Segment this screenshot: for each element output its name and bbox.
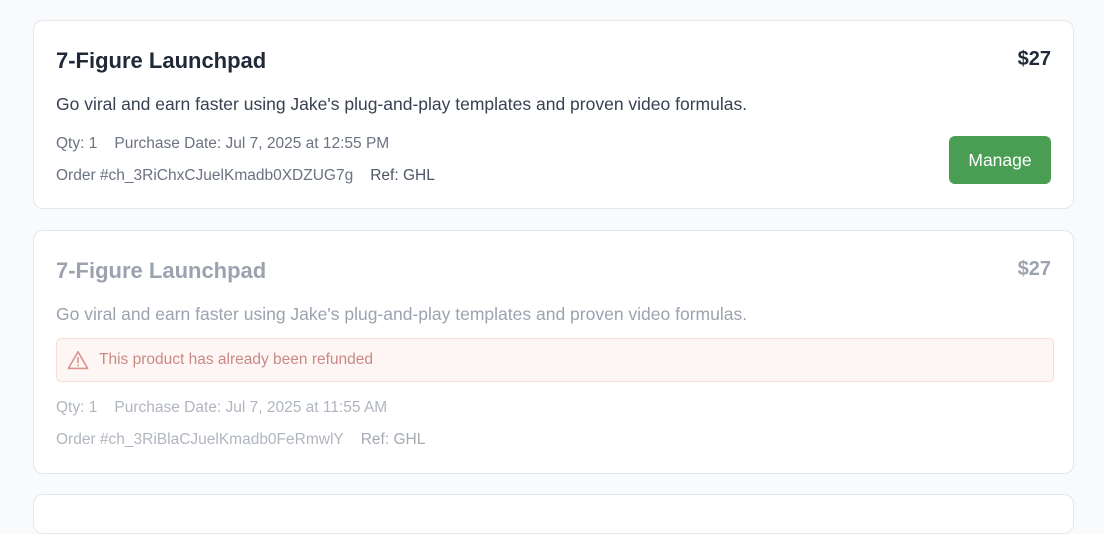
- product-title: 7-Figure Launchpad: [56, 258, 267, 283]
- order-card: 7-Figure Launchpad $27 Go viral and earn…: [33, 20, 1074, 209]
- order-ref: Ref: GHL: [370, 167, 435, 184]
- order-card-partial: [33, 494, 1074, 534]
- order-id-line: Order #ch_3RiBlaCJuelKmadb0FeRmwlY Ref: G…: [56, 430, 425, 450]
- product-description: Go viral and earn faster using Jake's pl…: [56, 304, 748, 324]
- order-meta-line: Qty: 1 Purchase Date: Jul 7, 2025 at 12:5…: [56, 134, 389, 154]
- purchase-date: Purchase Date: Jul 7, 2025 at 12:55 PM: [114, 135, 390, 152]
- product-price: $27: [1017, 258, 1051, 280]
- refund-notice-text: This product has already been refunded: [99, 351, 374, 368]
- product-price: $27: [1017, 48, 1051, 70]
- quantity: Qty: 1: [56, 399, 98, 416]
- manage-button[interactable]: Manage: [949, 136, 1051, 184]
- refund-alert: This product has already been refunded: [56, 338, 1054, 382]
- order-meta-line: Qty: 1 Purchase Date: Jul 7, 2025 at 11:5…: [56, 398, 387, 418]
- order-id-line: Order #ch_3RiChxCJuelKmadb0XDZUG7g Ref: G…: [56, 166, 435, 186]
- quantity: Qty: 1: [56, 135, 98, 152]
- purchase-date: Purchase Date: Jul 7, 2025 at 11:55 AM: [114, 399, 388, 416]
- order-ref: Ref: GHL: [360, 431, 426, 448]
- product-description: Go viral and earn faster using Jake's pl…: [56, 94, 748, 114]
- warning-triangle-icon: [67, 351, 89, 370]
- order-card-refunded: 7-Figure Launchpad $27 Go viral and earn…: [33, 230, 1074, 474]
- product-title: 7-Figure Launchpad: [56, 48, 267, 73]
- order-number: Order #ch_3RiBlaCJuelKmadb0FeRmwlY: [56, 431, 344, 448]
- order-number: Order #ch_3RiChxCJuelKmadb0XDZUG7g: [56, 167, 354, 184]
